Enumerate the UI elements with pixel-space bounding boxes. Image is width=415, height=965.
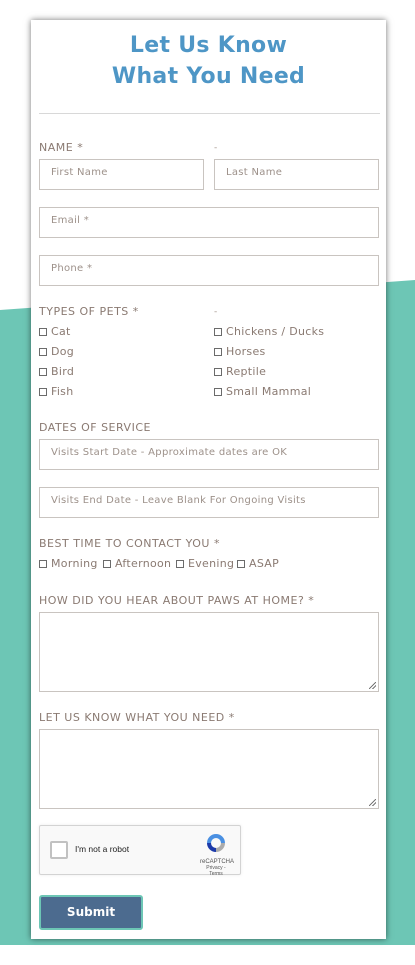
checkbox[interactable] <box>237 559 245 568</box>
recaptcha-terms-link[interactable]: Privacy - Terms <box>200 865 232 877</box>
form-title-line1: Let Us Know <box>129 33 288 58</box>
page-footer-strip <box>0 945 415 965</box>
start-date-input[interactable]: Visits Start Date - Approximate dates ar… <box>39 439 379 470</box>
title-divider <box>39 113 380 114</box>
name-sublabel-dash: - <box>214 143 218 153</box>
submit-button[interactable]: Submit <box>39 895 143 930</box>
recaptcha-widget: I'm not a robot reCAPTCHA Privacy - Term… <box>39 825 241 877</box>
contact-option-morning[interactable]: Morning <box>39 557 98 570</box>
pet-option-fish[interactable]: Fish <box>39 385 74 398</box>
dates-label: DATES OF SERVICE <box>39 421 151 434</box>
recaptcha-logo: reCAPTCHA Privacy - Terms <box>200 832 234 877</box>
checkbox[interactable] <box>176 559 184 568</box>
contact-time-label: BEST TIME TO CONTACT YOU * <box>39 537 220 550</box>
name-label: NAME * <box>39 141 84 154</box>
recaptcha-label: I'm not a robot <box>75 844 130 854</box>
email-input[interactable]: Email * <box>39 207 379 238</box>
checkbox[interactable] <box>214 327 222 336</box>
resize-handle-icon[interactable] <box>369 682 376 689</box>
contact-option-afternoon[interactable]: Afternoon <box>103 557 171 570</box>
checkbox[interactable] <box>39 347 47 356</box>
checkbox[interactable] <box>39 367 47 376</box>
recaptcha-icon <box>207 834 225 852</box>
form-title-line2: What You Need <box>111 64 306 89</box>
checkbox[interactable] <box>214 387 222 396</box>
contact-option-evening[interactable]: Evening <box>176 557 234 570</box>
checkbox[interactable] <box>39 387 47 396</box>
needs-label: LET US KNOW WHAT YOU NEED * <box>39 711 235 724</box>
checkbox[interactable] <box>39 327 47 336</box>
pet-option-small-mammal[interactable]: Small Mammal <box>214 385 311 398</box>
pet-option-reptile[interactable]: Reptile <box>214 365 266 378</box>
pet-option-dog[interactable]: Dog <box>39 345 74 358</box>
referral-textarea[interactable] <box>39 612 379 692</box>
contact-option-asap[interactable]: ASAP <box>237 557 279 570</box>
recaptcha-checkbox[interactable] <box>50 841 68 859</box>
referral-label: HOW DID YOU HEAR ABOUT PAWS AT HOME? * <box>39 594 315 607</box>
contact-form-card: Let Us Know What You Need NAME * - First… <box>31 20 386 939</box>
end-date-input[interactable]: Visits End Date - Leave Blank For Ongoin… <box>39 487 379 518</box>
needs-textarea[interactable] <box>39 729 379 809</box>
last-name-input[interactable]: Last Name <box>214 159 379 190</box>
checkbox[interactable] <box>214 347 222 356</box>
pet-option-chickens-ducks[interactable]: Chickens / Ducks <box>214 325 324 338</box>
pet-option-cat[interactable]: Cat <box>39 325 71 338</box>
pets-label: TYPES OF PETS * <box>39 305 139 318</box>
pet-option-bird[interactable]: Bird <box>39 365 74 378</box>
phone-input[interactable]: Phone * <box>39 255 379 286</box>
first-name-input[interactable]: First Name <box>39 159 204 190</box>
form-title: Let Us Know What You Need <box>31 30 386 92</box>
checkbox[interactable] <box>39 559 47 568</box>
pets-sublabel-dash: - <box>214 307 218 317</box>
checkbox[interactable] <box>214 367 222 376</box>
pet-option-horses[interactable]: Horses <box>214 345 266 358</box>
resize-handle-icon[interactable] <box>369 799 376 806</box>
checkbox[interactable] <box>103 559 111 568</box>
